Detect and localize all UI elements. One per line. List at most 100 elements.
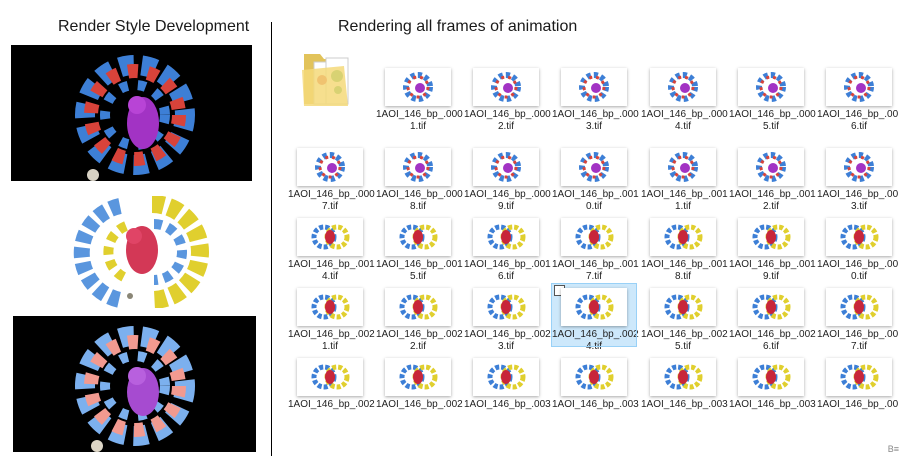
file-thumbnail [826, 358, 892, 396]
file-name-line1: 1AOI_146_bp_.002 [641, 329, 728, 340]
frames-title: Rendering all frames of animation [338, 18, 578, 35]
file-thumbnail [385, 288, 451, 326]
file-thumbnail [385, 358, 451, 396]
file-thumbnail [826, 68, 892, 106]
file-thumbnail [650, 148, 716, 186]
file-item[interactable]: 1AOI_146_bp_.001 1.tif [641, 144, 728, 212]
file-item[interactable]: 1AOI_146_bp_.001 5.tif [376, 214, 463, 282]
file-name-line2: 1.tif [321, 341, 339, 352]
file-grid: 1AOI_146_bp_.000 1.tif 1AOI_146_bp_.000 2.t… [288, 46, 898, 418]
file-name-line2: 8.tif [409, 201, 427, 212]
file-name-line2: 1.tif [674, 201, 692, 212]
render-preview-3 [13, 316, 256, 452]
render-preview-1 [11, 45, 252, 181]
file-item[interactable]: 1AOI_146_bp_.002 7.tif [817, 284, 898, 352]
file-item[interactable]: 1AOI_146_bp_.002 5.tif [641, 284, 728, 352]
file-item[interactable]: 1AOI_146_bp_.002 [288, 354, 375, 416]
file-item[interactable]: 1AOI_146_bp_.000 7.tif [288, 144, 375, 212]
file-name-line2: 4.tif [321, 271, 339, 282]
file-name-line1: 1AOI_146_bp_.001 [817, 189, 898, 200]
file-name-line2: 6.tif [497, 271, 515, 282]
file-name-line2: 4.tif [674, 121, 692, 132]
file-name-line2: 5.tif [674, 341, 692, 352]
file-name-line1: 1AOI_146_bp_.003 [464, 399, 551, 410]
file-thumbnail [297, 288, 363, 326]
file-item[interactable]: 1AOI_146_bp_.003 [464, 354, 551, 416]
file-name-line2: 4.tif [585, 341, 603, 352]
file-name-line2: 7.tif [850, 341, 868, 352]
file-thumbnail [650, 218, 716, 256]
file-name-line2: 7.tif [585, 271, 603, 282]
file-thumbnail [738, 68, 804, 106]
file-item[interactable]: 1AOI_146_bp_.001 6.tif [464, 214, 551, 282]
file-name-line1: 1AOI_146_bp_.002 [288, 329, 375, 340]
file-item[interactable]: 1AOI_146_bp_.001 7.tif [552, 214, 639, 282]
file-name-line1: 1AOI_146_bp_.000 [729, 109, 816, 120]
file-name-line1: 1AOI_146_bp_.002 [376, 329, 463, 340]
folder-item[interactable] [288, 46, 362, 116]
file-name-line2: 7.tif [321, 201, 339, 212]
file-name-line1: 1AOI_146_bp_.001 [729, 189, 816, 200]
file-name-line2: 5.tif [762, 121, 780, 132]
file-item[interactable]: 1AOI_146_bp_.001 0.tif [552, 144, 639, 212]
file-name-line1: 1AOI_146_bp_.001 [641, 189, 728, 200]
file-name-line1: 1AOI_146_bp_.002 [376, 399, 463, 410]
file-thumbnail [561, 288, 627, 326]
file-name-line1: 1AOI_146_bp_.000 [376, 109, 463, 120]
render-preview-2 [70, 196, 210, 308]
file-item[interactable]: 1AOI_146_bp_.002 [376, 354, 463, 416]
file-thumbnail [738, 288, 804, 326]
file-item[interactable]: 1AOI_146_bp_.002 4.tif [551, 283, 639, 352]
file-item[interactable]: 1AOI_146_bp_.000 2.tif [464, 64, 551, 132]
file-name-line1: 1AOI_146_bp_.003 [552, 399, 639, 410]
file-thumbnail [650, 68, 716, 106]
file-thumbnail [473, 218, 539, 256]
file-name-line1: 1AOI_146_bp_.001 [552, 189, 639, 200]
file-item[interactable]: 1AOI_146_bp_.003 [729, 354, 816, 416]
file-item[interactable]: 1AOI_146_bp_.003 [552, 354, 639, 416]
file-name-line2: 2.tif [409, 341, 427, 352]
file-item[interactable]: 1AOI_146_bp_.002 3.tif [464, 284, 551, 352]
file-item[interactable]: 1AOI_146_bp_.000 1.tif [376, 64, 463, 132]
file-name-line2: 0.tif [585, 201, 603, 212]
file-name-line1: 1AOI_146_bp_.000 [552, 109, 639, 120]
file-name-line1: 1AOI_146_bp_.000 [288, 189, 375, 200]
file-item[interactable]: 1AOI_146_bp_.001 2.tif [729, 144, 816, 212]
file-item[interactable]: 1AOI_146_bp_.002 1.tif [288, 284, 375, 352]
file-thumbnail [473, 358, 539, 396]
file-name-line1: 1AOI_146_bp_.002 [729, 329, 816, 340]
file-name-line2: 3.tif [585, 121, 603, 132]
file-item[interactable]: 1AOI_146_bp_.001 3.tif [817, 144, 898, 212]
file-item[interactable]: 1AOI_146_bp_.002 2.tif [376, 284, 463, 352]
file-item[interactable]: 1AOI_146_bp_.000 5.tif [729, 64, 816, 132]
file-thumbnail [826, 218, 892, 256]
file-thumbnail [473, 68, 539, 106]
file-thumbnail [738, 148, 804, 186]
file-name-line2: 2.tif [762, 201, 780, 212]
file-name-line2: 6.tif [762, 341, 780, 352]
scroll-hint[interactable]: B≡ [888, 444, 899, 454]
file-name-line1: 1AOI_146_bp_.001 [464, 259, 551, 270]
file-item[interactable]: 1AOI_146_bp_.003 [817, 354, 898, 416]
file-thumbnail [650, 288, 716, 326]
file-thumbnail [826, 148, 892, 186]
file-name-line2: 1.tif [409, 121, 427, 132]
file-item[interactable]: 1AOI_146_bp_.000 6.tif [817, 64, 898, 132]
file-item[interactable]: 1AOI_146_bp_.002 6.tif [729, 284, 816, 352]
file-item[interactable]: 1AOI_146_bp_.001 8.tif [641, 214, 728, 282]
file-item[interactable]: 1AOI_146_bp_.001 4.tif [288, 214, 375, 282]
file-item[interactable]: 1AOI_146_bp_.000 8.tif [376, 144, 463, 212]
file-item[interactable]: 1AOI_146_bp_.000 9.tif [464, 144, 551, 212]
file-thumbnail [473, 148, 539, 186]
file-item[interactable]: 1AOI_146_bp_.000 3.tif [552, 64, 639, 132]
file-name-line1: 1AOI_146_bp_.001 [641, 259, 728, 270]
file-item[interactable]: 1AOI_146_bp_.002 0.tif [817, 214, 898, 282]
file-name-line1: 1AOI_146_bp_.002 [817, 329, 898, 340]
file-item[interactable]: 1AOI_146_bp_.001 9.tif [729, 214, 816, 282]
file-item[interactable]: 1AOI_146_bp_.000 4.tif [641, 64, 728, 132]
folder-icon [298, 46, 352, 106]
file-name-line1: 1AOI_146_bp_.001 [288, 259, 375, 270]
file-item[interactable]: 1AOI_146_bp_.003 [641, 354, 728, 416]
file-name-line1: 1AOI_146_bp_.000 [464, 189, 551, 200]
file-name-line1: 1AOI_146_bp_.000 [641, 109, 728, 120]
